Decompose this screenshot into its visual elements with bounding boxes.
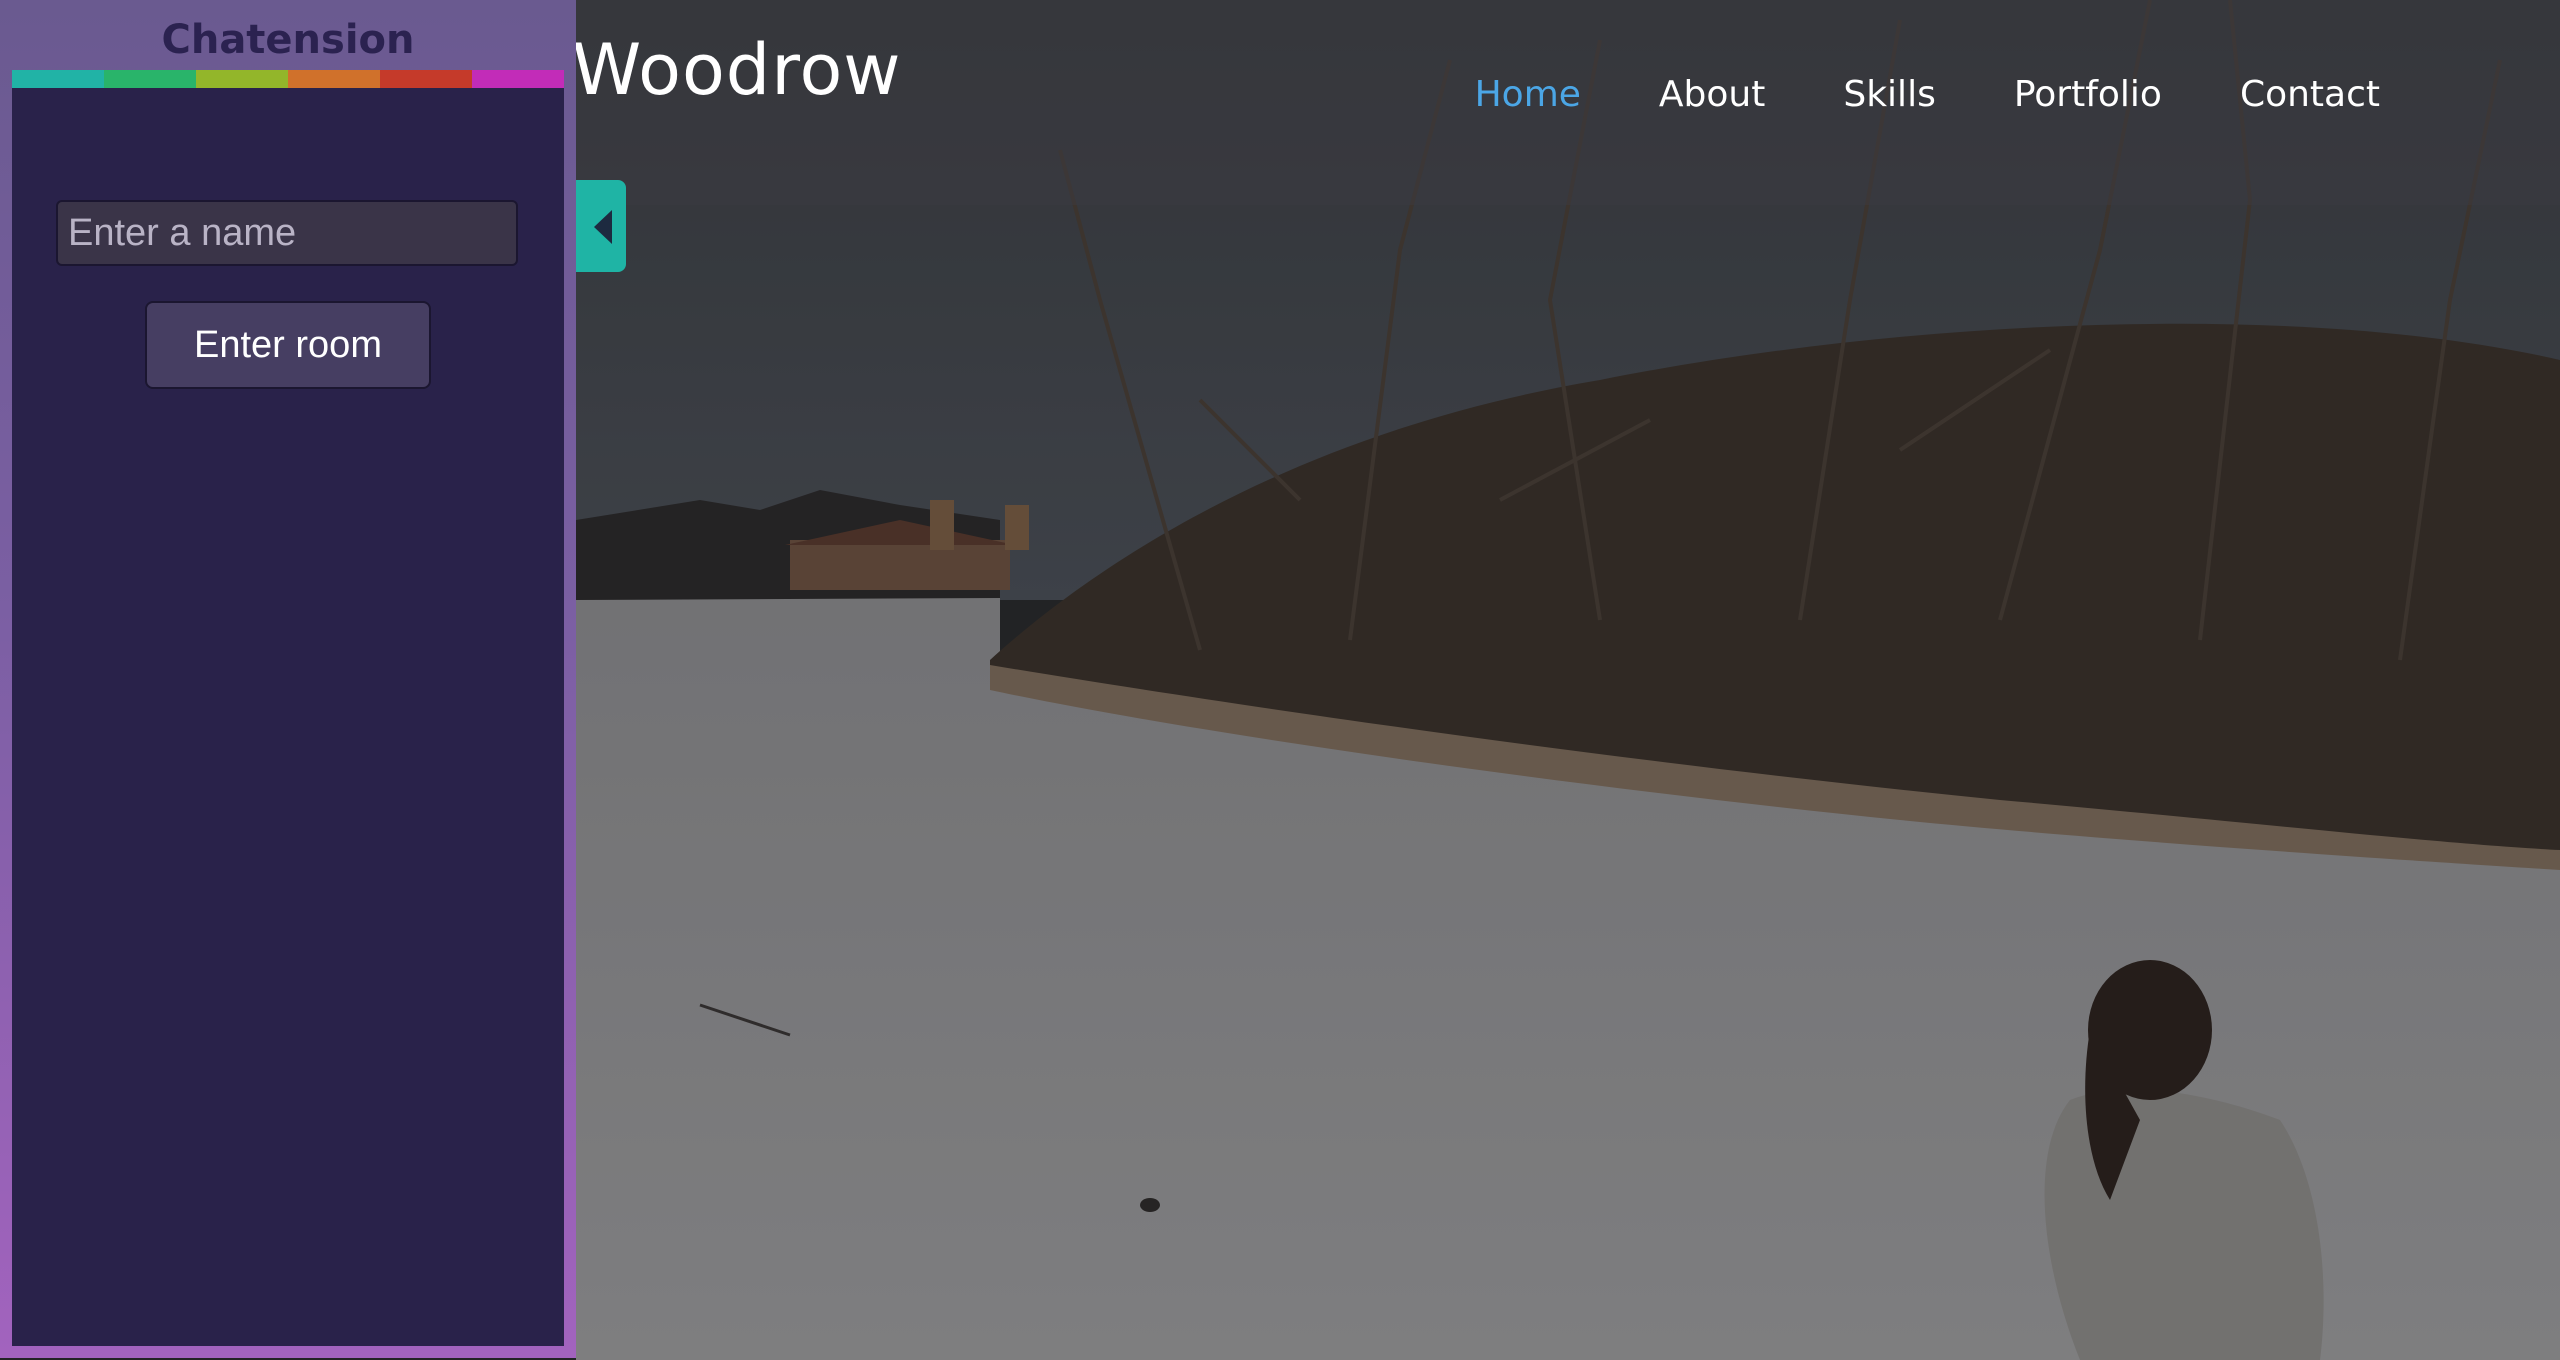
name-input[interactable] bbox=[56, 200, 518, 266]
nav-skills[interactable]: Skills bbox=[1843, 74, 1935, 115]
color-bar-segment-orange bbox=[288, 70, 380, 88]
color-bar-segment-magenta bbox=[472, 70, 564, 88]
enter-room-button[interactable]: Enter room bbox=[145, 301, 431, 389]
chat-extension-panel: Chatension Enter room bbox=[0, 0, 576, 1358]
nav-portfolio[interactable]: Portfolio bbox=[2014, 74, 2162, 115]
color-bar-segment-lime bbox=[196, 70, 288, 88]
panel-toggle-tab[interactable] bbox=[576, 180, 626, 272]
color-bar-segment-red bbox=[380, 70, 472, 88]
nav-home[interactable]: Home bbox=[1475, 74, 1581, 115]
main-nav: Home About Skills Portfolio Contact bbox=[1397, 74, 2380, 115]
nav-about[interactable]: About bbox=[1659, 74, 1765, 115]
site-title[interactable]: Woodrow bbox=[572, 28, 902, 112]
chevron-left-icon bbox=[594, 210, 612, 244]
color-bar-segment-green bbox=[104, 70, 196, 88]
page: Woodrow Home About Skills Portfolio Cont… bbox=[0, 0, 2560, 1360]
chat-body: Enter room bbox=[12, 88, 564, 1346]
nav-contact[interactable]: Contact bbox=[2240, 74, 2380, 115]
color-bar bbox=[12, 70, 564, 88]
chat-title: Chatension bbox=[161, 17, 415, 63]
color-bar-segment-teal bbox=[12, 70, 104, 88]
